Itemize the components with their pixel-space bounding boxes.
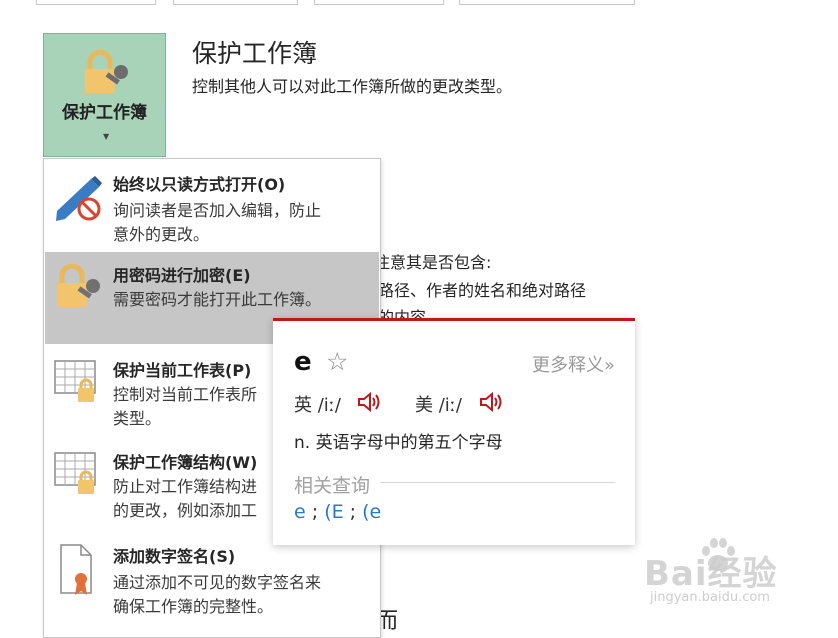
toolbar-button-edge[interactable] — [459, 0, 635, 5]
toolbar-button-edge[interactable] — [36, 0, 156, 5]
related-link[interactable]: (E — [324, 501, 343, 523]
menu-item-always-open-readonly[interactable]: 始终以只读方式打开(O) 询问读者是否加入编辑，防止 意外的更改。 — [45, 159, 379, 251]
signature-ribbon-icon — [60, 544, 92, 595]
background-text: 路径、作者的姓名和绝对路径 — [378, 281, 587, 300]
watermark-brand: Bai经验 — [644, 554, 778, 594]
menu-item-title: 保护当前工作表(P) — [113, 361, 252, 380]
protect-workbook-button[interactable]: 保护工作簿 ▼ — [43, 33, 166, 157]
us-pronunciation: 美 /iː/ — [415, 391, 462, 417]
baidu-watermark: Bai经验 jingyan.baidu.com — [638, 536, 828, 614]
menu-item-desc: 防止对工作簿结构进 — [113, 477, 258, 496]
us-phonetic: /iː/ — [438, 395, 462, 416]
menu-item-title: 始终以只读方式打开(O) — [113, 175, 286, 194]
sheet-lock-icon — [54, 360, 96, 402]
menu-item-desc: 类型。 — [113, 409, 162, 428]
divider — [380, 482, 615, 483]
menu-item-title: 添加数字签名(S) — [113, 547, 236, 566]
toolbar-button-edge[interactable] — [314, 0, 444, 5]
more-definitions-link[interactable]: 更多释义» — [532, 351, 615, 377]
menu-item-desc: 确保工作簿的完整性。 — [113, 597, 274, 616]
section-title: 保护工作簿 — [192, 39, 318, 68]
menu-item-title: 保护工作簿结构(W) — [113, 453, 258, 472]
uk-label: 英 — [294, 395, 312, 416]
dict-word: e — [294, 347, 312, 377]
menu-item-desc: 意外的更改。 — [113, 225, 210, 244]
menu-item-digital-signature[interactable]: 添加数字签名(S) 通过添加不可见的数字签名来 确保工作簿的完整性。 — [45, 533, 379, 629]
uk-phonetic: /iː/ — [317, 395, 341, 416]
menu-item-desc: 需要密码才能打开此工作簿。 — [113, 290, 322, 309]
us-label: 美 — [415, 395, 433, 416]
menu-item-desc: 的更改，例如添加工 — [113, 501, 258, 520]
speaker-icon[interactable] — [357, 391, 383, 413]
related-title: 相关查询 — [294, 475, 371, 497]
chevron-down-icon: ▼ — [103, 132, 110, 141]
dict-definition: n. 英语字母中的第五个字母 — [294, 433, 503, 453]
speaker-icon[interactable] — [479, 391, 505, 413]
related-link[interactable]: e — [294, 501, 306, 523]
menu-item-desc: 控制对当前工作表所 — [113, 385, 258, 404]
pencil-no-edit-icon — [56, 176, 102, 221]
watermark-url: jingyan.baidu.com — [650, 590, 770, 605]
uk-pronunciation: 英 /iː/ — [294, 391, 341, 417]
background-text: 注意其是否包含: — [374, 253, 492, 272]
protect-workbook-label: 保护工作簿 — [62, 103, 147, 123]
section-description: 控制其他人可以对此工作簿所做的更改类型。 — [192, 77, 513, 96]
menu-item-desc: 询问读者是否加入编辑，防止 — [113, 201, 322, 220]
star-icon[interactable]: ☆ — [326, 347, 348, 376]
lock-key-icon — [85, 50, 128, 93]
lock-key-icon — [57, 264, 100, 307]
workbook-lock-icon — [54, 452, 96, 494]
menu-item-title: 用密码进行加密(E) — [113, 266, 251, 285]
menu-item-desc: 通过添加不可见的数字签名来 — [113, 573, 322, 592]
related-link[interactable]: (e — [362, 501, 381, 523]
related-list: e ; (E ; (e — [294, 501, 382, 523]
toolbar-button-edge[interactable] — [173, 0, 298, 5]
dictionary-popup: e ☆ 更多释义» 英 /iː/ 美 /iː/ n. 英语字母中的第五个字母 相… — [273, 318, 635, 545]
